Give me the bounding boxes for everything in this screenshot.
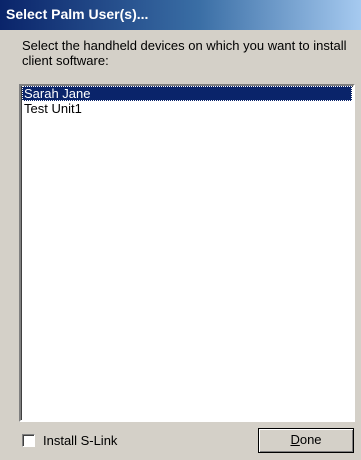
install-slink-label[interactable]: Install S-Link — [43, 433, 117, 448]
done-label-rest: one — [299, 432, 322, 447]
done-button[interactable]: Done — [258, 428, 354, 453]
title-bar[interactable]: Select Palm User(s)... — [0, 0, 361, 30]
instruction-text: Select the handheld devices on which you… — [22, 38, 347, 68]
dialog-title: Select Palm User(s)... — [6, 6, 149, 22]
list-item-test-unit1[interactable]: Test Unit1 — [22, 101, 352, 116]
install-slink-option[interactable]: Install S-Link — [22, 430, 117, 450]
select-palm-users-dialog: Select Palm User(s)... Select the handhe… — [0, 0, 361, 460]
install-slink-checkbox[interactable] — [22, 433, 35, 447]
list-item-sarah-jane[interactable]: Sarah Jane — [22, 86, 352, 101]
done-mnemonic: D — [290, 432, 300, 447]
handheld-devices-list[interactable]: Sarah Jane Test Unit1 — [19, 84, 355, 422]
